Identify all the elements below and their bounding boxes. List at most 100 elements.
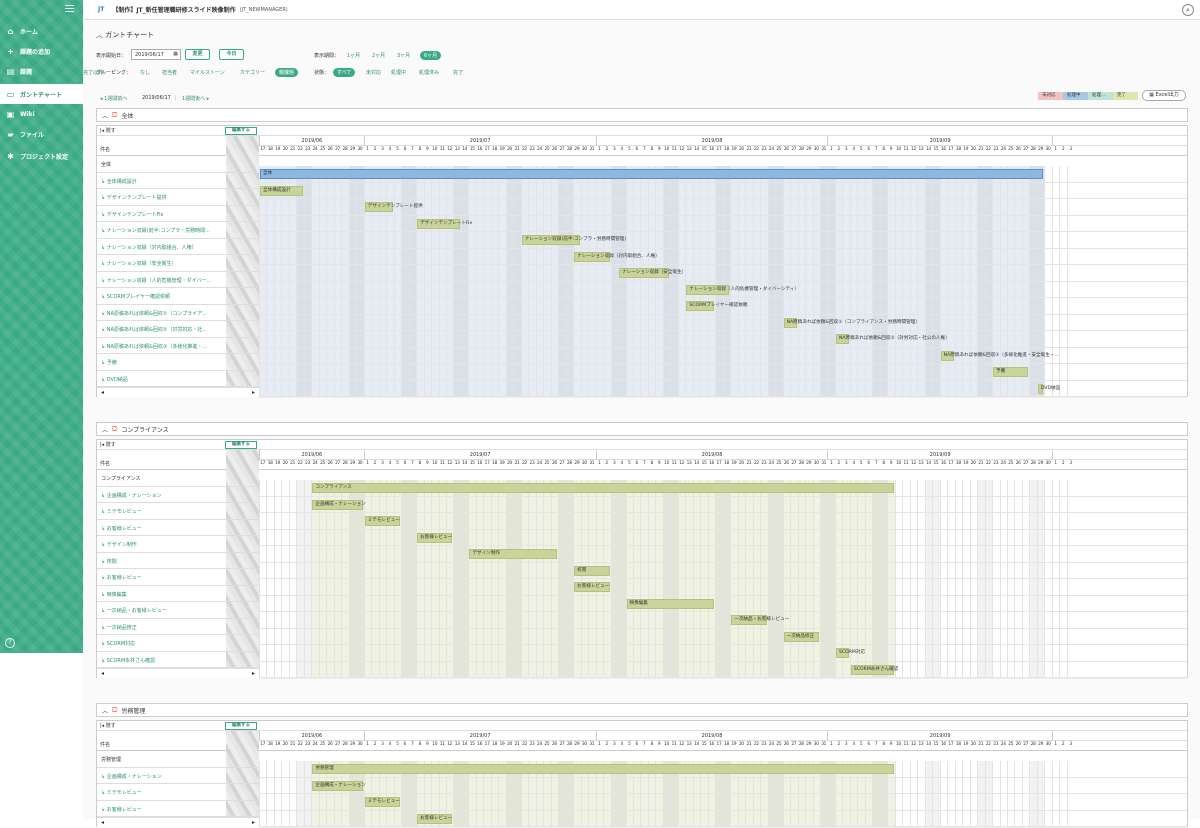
next-week-link[interactable]: 1週間後へ ▸ [182,95,209,102]
task-bar[interactable]: 映像編集 [627,599,715,609]
page-title[interactable]: ︿ ガントチャート [96,30,154,40]
task-name[interactable]: ↳ NA原稿あれば依頼&回収③（多様化推進・... [101,343,223,350]
task-name[interactable]: ↳ ミテモレビュー [101,789,223,796]
scroll-left-icon[interactable]: ◂ [101,819,104,826]
task-bar[interactable]: ナレーション収録（安全衛生） [619,268,669,278]
task-name[interactable]: 労務管理 [101,756,223,763]
task-row[interactable]: ↳ お客様レビュー [97,520,259,537]
task-name[interactable]: ↳ デザインテンプレート提供 [101,194,223,201]
task-bar[interactable]: SCORM対応 [836,648,849,658]
task-row[interactable]: 労務管理 [97,751,259,768]
task-bar[interactable]: デザインテンプレートFix [417,219,460,229]
task-name[interactable]: ↳ NA原稿あれば依頼&回収②（対労対応・社... [101,326,223,333]
task-bar[interactable]: ミテモレビュー [365,516,400,526]
task-row[interactable]: ↳ 一次納品修正 [97,619,259,636]
chevron-up-icon[interactable]: ︿ [102,111,108,120]
grouping-option-2[interactable]: マイルストーン [190,69,225,76]
edit-button[interactable]: 編集する [225,127,257,135]
task-bar[interactable]: SCORM永井さん確認 [851,665,894,675]
task-row[interactable]: ↳ ナレーション収録（安全衛生） [97,255,259,272]
task-bar[interactable]: ナレーション収録（対内取組合、人権） [574,252,609,262]
task-bar[interactable]: ナレーション収録(前半:コンプラ・労務時間管理) [522,235,580,245]
task-bar[interactable]: コンプライアンス [312,483,893,493]
hide-toggle[interactable]: |◂ 隠す [100,127,116,134]
task-row[interactable]: ↳ ミテモレビュー [97,784,259,801]
task-name[interactable]: ↳ お客様レビュー [101,525,223,532]
task-bar[interactable]: NA原稿あれば依頼&回収①（コンプライアンス・労務時間管理） [784,318,797,328]
change-button[interactable]: 変更 [185,49,210,60]
task-name[interactable]: ↳ お客様レビュー [101,806,223,813]
task-row[interactable]: ↳ SCORM対応 [97,635,259,652]
task-name[interactable]: ↳ ナレーション収録(前半:コンプラ・労務時間... [101,227,223,234]
task-bar[interactable]: 企画構成・ナレーション [312,781,362,791]
task-name[interactable]: ↳ 一次納品修正 [101,624,223,631]
grouping-option-4[interactable]: 親課題 [275,68,298,77]
edit-button[interactable]: 編集する [225,441,257,449]
task-name[interactable]: ↳ SCORMプレイヤー確認依頼 [101,293,223,300]
task-row[interactable]: ↳ 全体構成設計 [97,173,259,190]
menu-toggle-icon[interactable] [65,5,74,12]
grouping-option-1[interactable]: 担当者 [162,69,177,76]
task-bar[interactable]: 全体構成設計 [260,186,303,196]
task-name[interactable]: ↳ ミテモレビュー [101,508,223,515]
section-header[interactable]: ︿⛋全体 [96,108,1188,122]
task-bar[interactable]: NA原稿あれば依頼&回収②（対労対応・社公の人権） [836,334,849,344]
search-icon[interactable]: ⌕ [1182,4,1194,16]
task-bar[interactable]: ミテモレビュー [365,797,400,807]
prev-week-link[interactable]: ◂ 1週間前へ [100,95,127,102]
task-row[interactable]: ↳ 校閲 [97,553,259,570]
task-name[interactable]: ↳ 企画構成・ナレーション [101,773,223,780]
task-name[interactable]: ↳ 予備 [101,359,223,366]
status-option-5[interactable]: 完了以外 [83,69,103,76]
task-row[interactable]: ↳ NA原稿あれば依頼&回収①（コンプライア... [97,305,259,322]
sidebar-item-1[interactable]: +課題の追加 [0,41,83,61]
sidebar-item-4[interactable]: ▣Wiki [0,104,83,124]
task-bar[interactable]: 全体 [260,169,1043,179]
task-name[interactable]: ↳ 映像編集 [101,591,223,598]
task-row[interactable]: ↳ ナレーション収録（対内取組合、人権） [97,239,259,256]
task-name[interactable]: ↳ NA原稿あれば依頼&回収①（コンプライア... [101,310,223,317]
task-bar[interactable]: 校閲 [574,566,609,576]
today-button[interactable]: 今日 [219,49,244,60]
start-date-input[interactable]: 2019/06/17 ▦ [131,49,181,60]
section-header[interactable]: ︿⛋労務管理 [96,703,1188,717]
task-name[interactable]: ↳ SCORM永井さん確認 [101,657,223,664]
range-option-0[interactable]: 1ヶ月 [347,52,360,59]
task-bar[interactable]: お客様レビュー [574,582,609,592]
scroll-left-icon[interactable]: ◂ [101,670,104,677]
task-bar[interactable]: 一次納品修正 [784,632,819,642]
task-name[interactable]: ↳ デザイン制作 [101,541,223,548]
task-name[interactable]: ↳ デザインテンプレートFix [101,211,223,218]
scroll-right-icon[interactable]: ▸ [252,819,255,826]
task-row[interactable]: ↳ DVD納品 [97,371,259,388]
status-option-3[interactable]: 処理済み [419,69,439,76]
edit-button[interactable]: 編集する [225,722,257,730]
excel-export-button[interactable]: ▦ Excel出力 [1142,90,1186,101]
status-option-0[interactable]: すべて [333,68,355,77]
scroll-right-icon[interactable]: ▸ [252,670,255,677]
sidebar-item-3[interactable]: ▭ガントチャート [0,84,83,104]
status-option-2[interactable]: 処理中 [391,69,406,76]
task-name[interactable]: ↳ 校閲 [101,558,223,565]
section-header[interactable]: ︿⛋コンプライアンス [96,422,1188,436]
timeline-scrollbar[interactable]: ◂▸ [259,397,1187,398]
task-bar[interactable]: SCORMプレイヤー確認依頼 [686,301,714,311]
sidebar-item-6[interactable]: ✱プロジェクト設定 [0,146,83,166]
sidebar-item-0[interactable]: ⌂ホーム [0,21,83,41]
task-name[interactable]: ↳ ナレーション収録（人的危機管理・ダイバー... [101,277,223,284]
task-row[interactable]: ↳ デザイン制作 [97,536,259,553]
task-row[interactable]: ↳ お客様レビュー [97,801,259,818]
sidebar-item-2[interactable]: ▤課題 [0,61,83,81]
task-row[interactable]: ↳ 企画構成・ナレーション [97,768,259,785]
task-row[interactable]: ↳ SCORM永井さん確認 [97,652,259,669]
task-bar[interactable]: NA原稿あれば依頼&回収③（多様化推進・安全衛生・... [941,351,954,361]
task-name[interactable]: ↳ ナレーション収録（対内取組合、人権） [101,244,223,251]
hide-toggle[interactable]: |◂ 隠す [100,722,116,729]
left-scrollbar[interactable]: ◂▸ [97,387,259,397]
scroll-left-icon[interactable]: ◂ [101,389,104,396]
task-bar[interactable]: お客様レビュー [417,533,452,543]
task-bar[interactable]: 労務管理 [312,764,893,774]
task-bar[interactable]: デザインテンプレート提供 [365,202,393,212]
task-name[interactable]: ↳ DVD納品 [101,376,223,383]
task-bar[interactable]: 予備 [993,367,1028,377]
